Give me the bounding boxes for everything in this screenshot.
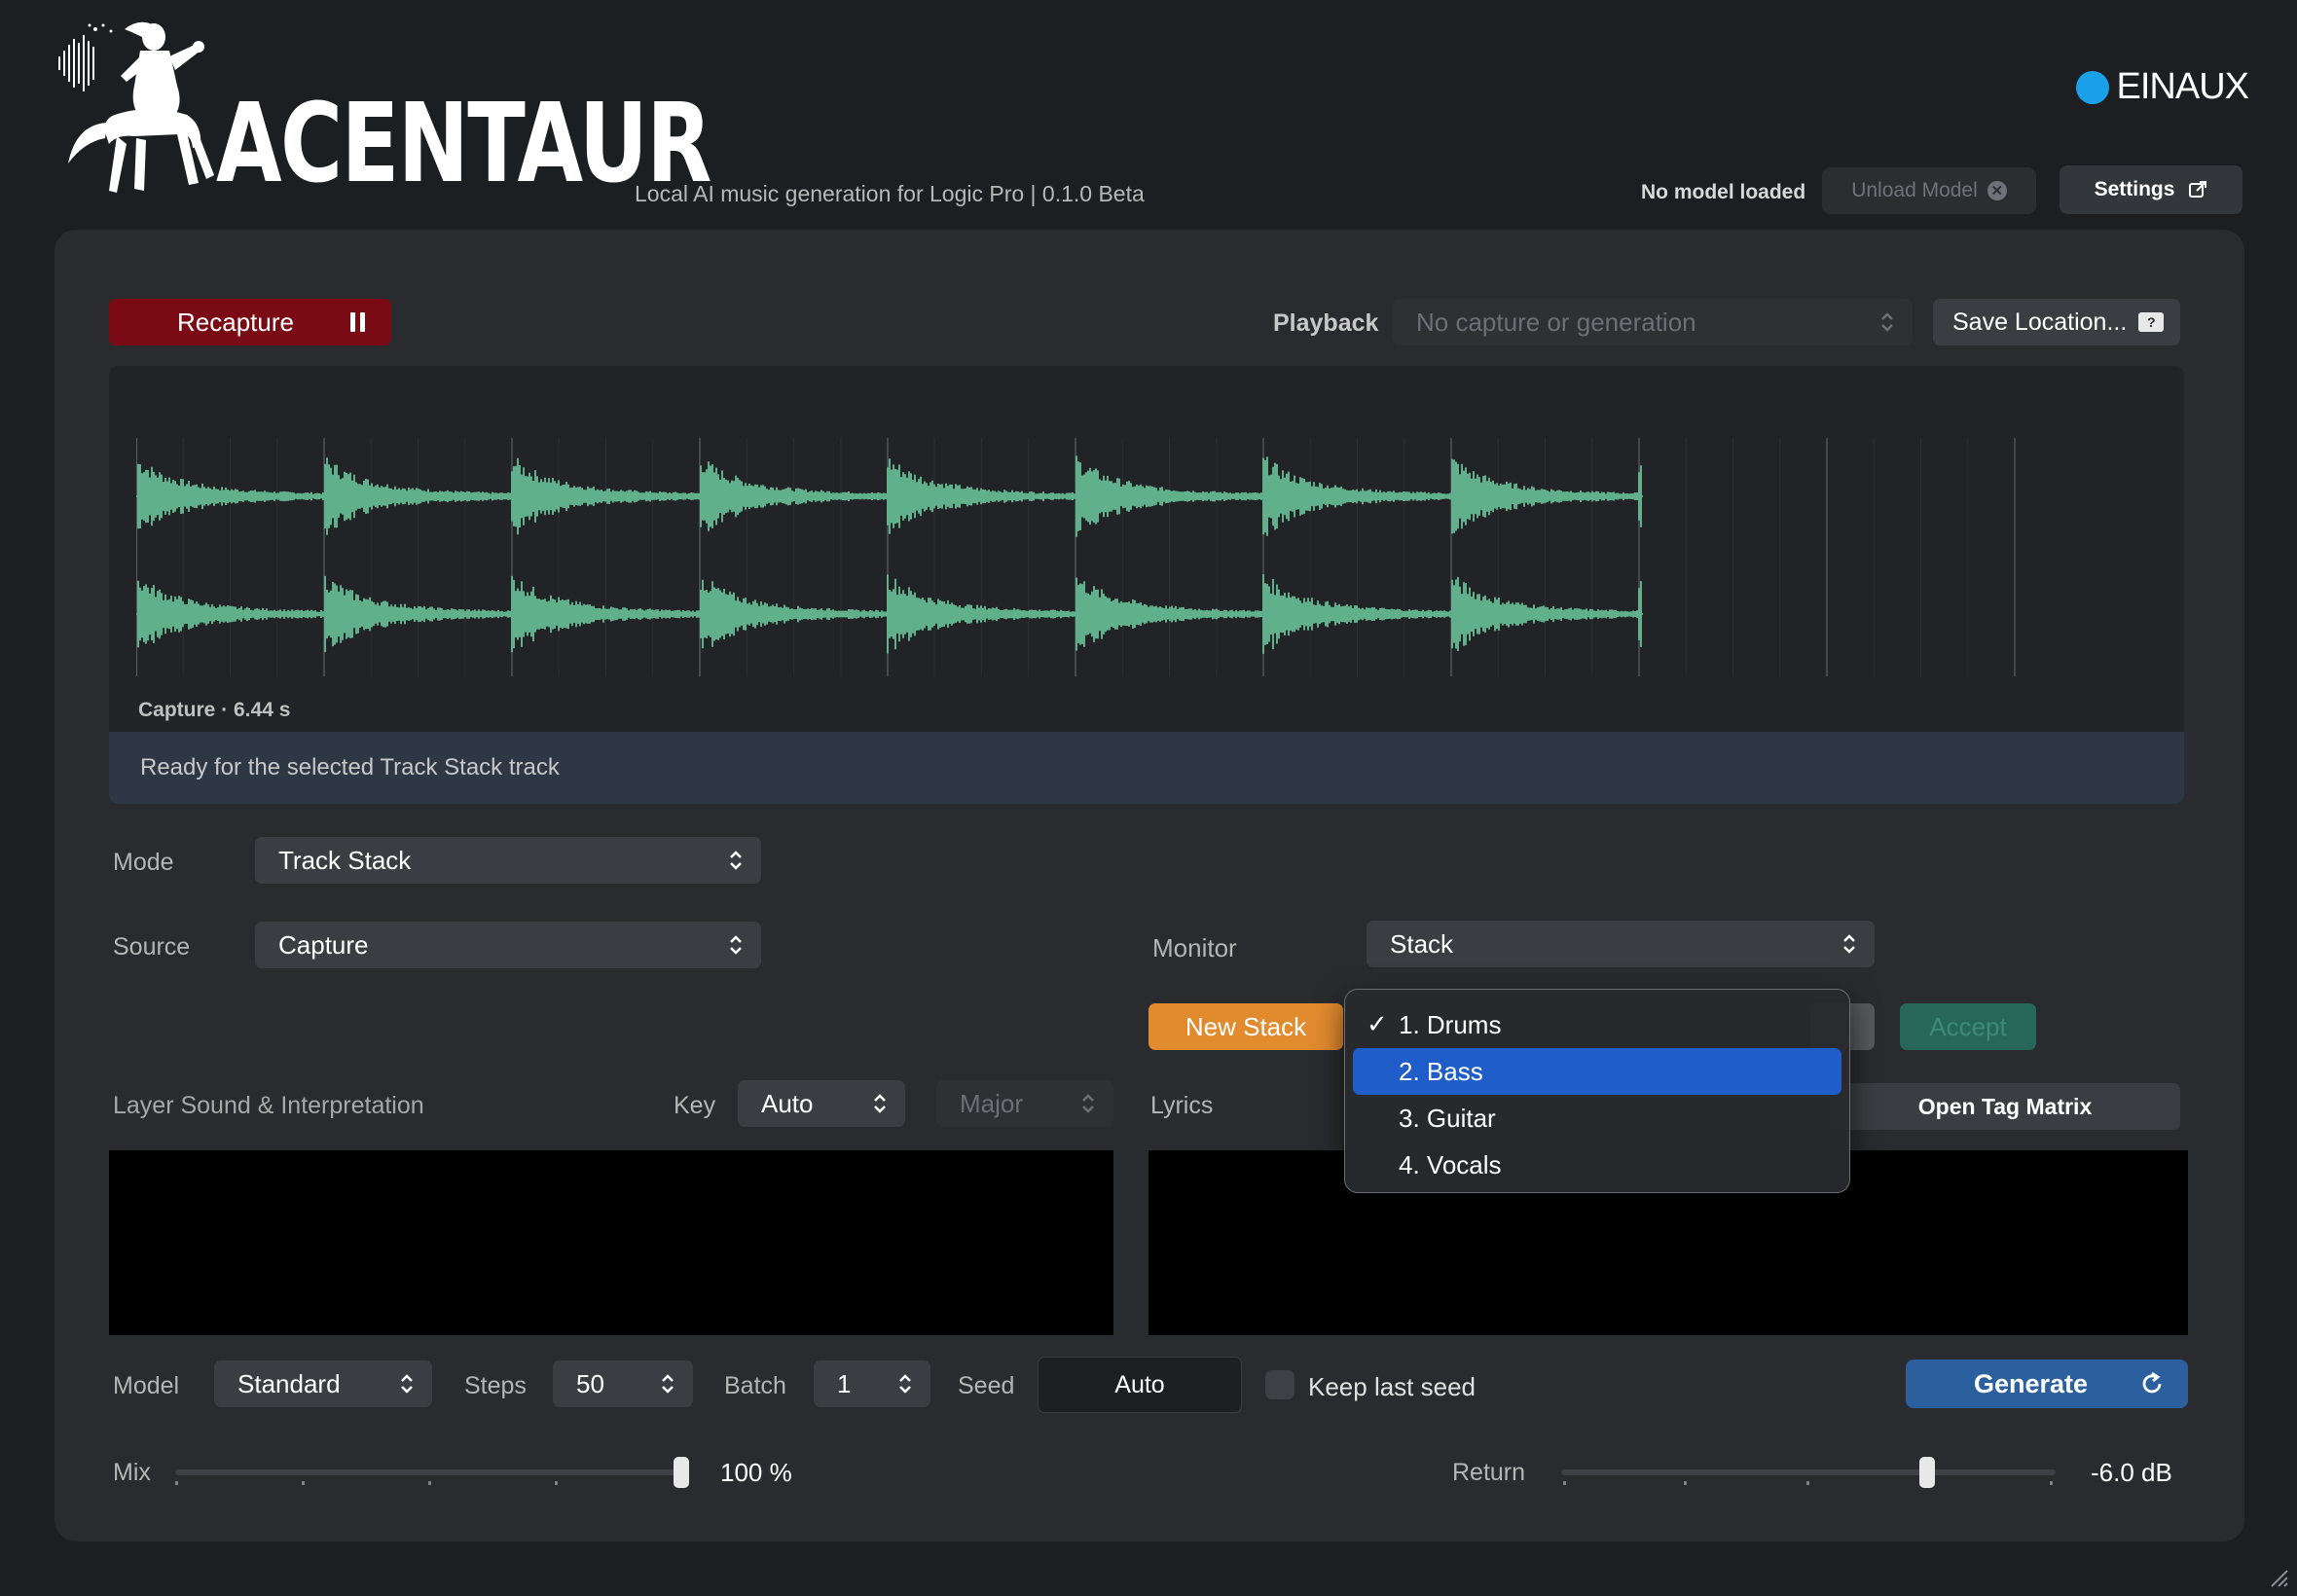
menu-item-bass[interactable]: 2. Bass (1353, 1048, 1841, 1095)
brand-dot-icon (2075, 70, 2109, 104)
batch-label: Batch (724, 1372, 786, 1399)
unload-model-label: Unload Model (1851, 179, 1978, 201)
return-label: Return (1452, 1459, 1526, 1486)
checkmark-icon: ✓ (1367, 1009, 1388, 1038)
menu-item-label: 4. Vocals (1399, 1149, 1502, 1179)
menu-item-drums[interactable]: ✓ 1. Drums (1353, 1001, 1841, 1048)
menu-item-guitar[interactable]: 3. Guitar (1353, 1095, 1841, 1142)
capture-duration: Capture · 6.44 s (138, 699, 291, 721)
monitor-label: Monitor (1152, 933, 1237, 962)
menu-item-vocals[interactable]: 4. Vocals (1353, 1142, 1841, 1188)
resize-grip-icon[interactable] (2268, 1567, 2289, 1588)
scale-select[interactable]: Major (936, 1080, 1113, 1127)
recapture-label: Recapture (177, 307, 294, 337)
return-value: -6.0 dB (2091, 1458, 2172, 1487)
keep-seed-label: Keep last seed (1308, 1372, 1477, 1401)
mix-slider-track[interactable] (175, 1469, 681, 1475)
source-value: Capture (278, 929, 369, 960)
slider-tick (302, 1481, 305, 1485)
chevron-updown-icon (730, 935, 742, 955)
layer-sound-textarea[interactable] (109, 1150, 1113, 1335)
save-location-button[interactable]: Save Location... ? (1933, 299, 2180, 345)
track-dropdown-menu: ✓ 1. Drums 2. Bass 3. Guitar 4. Vocals (1344, 989, 1850, 1193)
model-label: Model (113, 1372, 180, 1399)
chevron-updown-icon (874, 1094, 886, 1113)
refresh-icon (2142, 1371, 2162, 1394)
external-edit-icon (2189, 181, 2207, 198)
batch-value: 1 (837, 1368, 852, 1398)
mix-slider-thumb[interactable] (674, 1457, 689, 1488)
generate-button[interactable]: Generate (1906, 1360, 2188, 1408)
steps-stepper[interactable]: 50 (553, 1360, 693, 1407)
mix-label: Mix (113, 1459, 151, 1486)
key-label: Key (674, 1092, 716, 1119)
layer-sound-label: Layer Sound & Interpretation (113, 1092, 424, 1119)
monitor-value: Stack (1390, 928, 1454, 959)
seed-input[interactable]: Auto (1038, 1357, 1242, 1413)
menu-item-label: 3. Guitar (1399, 1103, 1496, 1133)
steps-value: 50 (576, 1368, 604, 1398)
settings-button[interactable]: Settings (2060, 165, 2242, 214)
status-message: Ready for the selected Track Stack track (109, 732, 2184, 804)
return-slider-track[interactable] (1561, 1469, 2056, 1475)
app-tagline: Local AI music generation for Logic Pro … (635, 181, 1145, 206)
playback-label: Playback (1273, 309, 1379, 337)
slider-tick (175, 1481, 178, 1485)
steps-label: Steps (464, 1372, 527, 1399)
brand-logo: EINAUX (2075, 66, 2249, 108)
generate-label: Generate (1974, 1368, 2089, 1398)
chevron-updown-icon (730, 851, 742, 870)
source-label: Source (113, 933, 191, 961)
waveform-canvas (136, 438, 2016, 676)
mix-value: 100 % (720, 1458, 792, 1487)
return-slider-thumb[interactable] (1918, 1457, 1935, 1488)
playback-select[interactable]: No capture or generation (1393, 299, 1913, 345)
slider-tick (1684, 1481, 1687, 1485)
mode-select[interactable]: Track Stack (255, 837, 761, 884)
monitor-select[interactable]: Stack (1367, 921, 1875, 967)
chevron-updown-icon (401, 1374, 413, 1394)
key-select[interactable]: Auto (738, 1080, 905, 1127)
scale-value: Major (960, 1088, 1024, 1118)
recapture-button[interactable]: Recapture (109, 299, 391, 345)
chevron-updown-icon (899, 1374, 911, 1394)
chevron-updown-icon (662, 1374, 674, 1394)
brand-name: EINAUX (2116, 66, 2249, 107)
batch-stepper[interactable]: 1 (814, 1360, 930, 1407)
new-stack-button[interactable]: New Stack (1148, 1003, 1343, 1050)
slider-tick (428, 1481, 431, 1485)
source-select[interactable]: Capture (255, 922, 761, 968)
help-icon: ? (2138, 312, 2165, 332)
keep-seed-checkbox[interactable] (1265, 1370, 1294, 1399)
save-location-label: Save Location... (1952, 308, 2128, 336)
chevron-updown-icon (1843, 934, 1855, 954)
menu-item-label: 2. Bass (1399, 1056, 1483, 1086)
seed-label: Seed (958, 1372, 1015, 1399)
centaur-logo-icon (58, 21, 214, 193)
key-value: Auto (761, 1088, 814, 1118)
chevron-updown-icon (1082, 1094, 1094, 1113)
accept-button[interactable]: Accept (1900, 1003, 2036, 1050)
close-circle-icon: ✕ (1987, 181, 2007, 200)
slider-tick (1806, 1481, 1809, 1485)
lyrics-label: Lyrics (1150, 1092, 1214, 1119)
unload-model-button[interactable]: Unload Model ✕ (1822, 167, 2036, 214)
mode-label: Mode (113, 849, 174, 876)
open-tag-matrix-button[interactable]: Open Tag Matrix (1830, 1083, 2180, 1130)
menu-item-label: 1. Drums (1399, 1009, 1502, 1039)
mode-value: Track Stack (278, 845, 412, 875)
chevron-updown-icon (1881, 312, 1893, 332)
model-status: No model loaded (1641, 181, 1806, 203)
slider-tick (1563, 1481, 1566, 1485)
model-select[interactable]: Standard (214, 1360, 432, 1407)
slider-tick (2050, 1481, 2053, 1485)
model-value: Standard (237, 1368, 341, 1398)
pause-icon (350, 312, 366, 332)
settings-label: Settings (2094, 178, 2175, 200)
slider-tick (555, 1481, 558, 1485)
playback-value: No capture or generation (1416, 307, 1696, 337)
